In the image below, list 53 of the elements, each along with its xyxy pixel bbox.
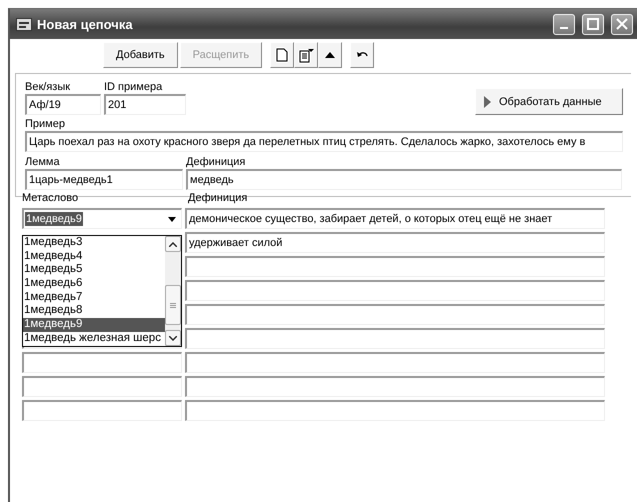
scroll-down-button[interactable] <box>165 330 181 346</box>
metaword-field[interactable] <box>22 352 182 373</box>
chevron-down-icon <box>169 336 177 340</box>
dropdown-arrow-icon <box>168 216 176 222</box>
play-arrow-icon <box>484 96 491 108</box>
document-icon <box>276 48 288 62</box>
document-list-icon <box>298 48 314 62</box>
definition-field[interactable] <box>185 280 605 301</box>
up-arrow-icon <box>325 52 336 58</box>
maximize-button[interactable] <box>582 14 604 34</box>
example-field[interactable]: Царь поехал раз на охоту красного зверя да перелетных птиц стрелять. Сделалось жарко, захотелось ему в <box>25 131 623 152</box>
scroll-thumb[interactable] <box>165 285 181 325</box>
chevron-up-icon <box>169 242 177 246</box>
definition-field[interactable]: демоническое существо, забирает детей, о которых отец ещё не знает <box>185 208 605 229</box>
undo-button[interactable] <box>350 42 374 68</box>
definition-field[interactable] <box>185 256 605 277</box>
lemma-label: Лемма <box>25 155 61 169</box>
scroll-up-button[interactable] <box>165 236 181 252</box>
metaword-combo[interactable]: 1медведь9 <box>22 208 182 229</box>
close-icon <box>616 18 628 30</box>
definition-field[interactable] <box>185 304 605 325</box>
dropdown-item[interactable]: 1медведь9 <box>23 318 165 332</box>
definition-label: Дефиниция <box>188 191 248 205</box>
age-language-field[interactable]: Аф/19 <box>25 94 101 115</box>
add-button[interactable]: Добавить <box>103 42 178 68</box>
definition-field[interactable] <box>185 376 605 397</box>
window-title: Новая цепочка <box>37 16 134 32</box>
definition-field[interactable] <box>185 352 605 373</box>
undo-icon <box>356 50 368 60</box>
combo-value: 1медведь9 <box>25 212 83 226</box>
definition-label: Дефиниция <box>186 155 246 169</box>
up-arrow-button[interactable] <box>318 42 342 68</box>
grip-icon <box>170 302 176 308</box>
metaword-field[interactable] <box>22 400 182 421</box>
new-document-button[interactable] <box>270 42 294 68</box>
minimize-button[interactable] <box>553 14 575 34</box>
process-data-button[interactable]: Обработать данные <box>475 88 623 115</box>
example-id-label: ID примера <box>104 80 164 94</box>
minimize-icon <box>560 27 568 29</box>
definition-field[interactable] <box>185 328 605 349</box>
close-button[interactable] <box>611 14 633 34</box>
window-icon <box>16 18 32 30</box>
definition-field[interactable]: удерживает силой <box>185 232 605 253</box>
definition-field[interactable]: медведь <box>186 169 622 190</box>
maximize-icon <box>587 18 599 30</box>
metaword-label: Метаслово <box>22 191 80 205</box>
lemma-field[interactable]: 1царь-медведь1 <box>25 169 183 190</box>
metaword-field[interactable] <box>22 376 182 397</box>
age-language-label: Век/язык <box>25 80 72 94</box>
example-label: Пример <box>25 117 66 131</box>
definition-field[interactable] <box>185 400 605 421</box>
document-list-button[interactable] <box>294 42 318 68</box>
example-id-field[interactable]: 201 <box>104 94 186 115</box>
